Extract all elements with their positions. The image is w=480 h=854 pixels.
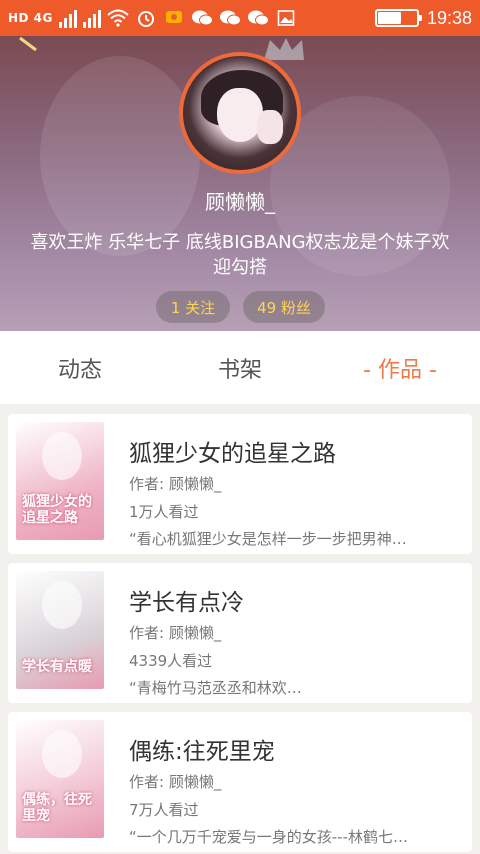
work-author: 作者: 顾懒懒_	[129, 773, 222, 791]
avatar[interactable]	[179, 52, 301, 174]
back-arrow-icon[interactable]	[16, 36, 40, 60]
work-title: 学长有点冷	[129, 590, 244, 616]
wechat-icon	[219, 7, 241, 29]
cover-portrait	[42, 581, 82, 629]
background-blur	[40, 56, 200, 256]
image-icon	[275, 7, 297, 29]
network-type: HD 4G	[8, 11, 53, 25]
tab-bar: 动态 书架 - 作品 -	[0, 331, 480, 404]
fans-count-button[interactable]: 49 粉丝	[243, 291, 325, 323]
work-author: 作者: 顾懒懒_	[129, 624, 222, 642]
tab-bookshelf[interactable]: 书架	[160, 331, 320, 404]
status-bar: HD 4G 19:38	[0, 0, 480, 36]
username: 顾懒懒_	[205, 190, 275, 214]
wechat-icon	[247, 7, 269, 29]
cover-title-text: 狐狸少女的追星之路	[22, 494, 92, 526]
wechat-icon	[191, 7, 213, 29]
book-cover[interactable]: 狐狸少女的追星之路	[16, 422, 104, 540]
work-description: “一个几万千宠爱与一身的女孩---林鹤七…	[129, 828, 409, 846]
crown-icon	[264, 38, 304, 60]
work-views: 7万人看过	[129, 801, 199, 819]
signal-x-icon	[82, 8, 101, 28]
book-cover[interactable]: 学长有点暖	[16, 571, 104, 689]
work-card[interactable]: 狐狸少女的追星之路 狐狸少女的追星之路 作者: 顾懒懒_ 1万人看过 “看心机狐…	[8, 414, 472, 554]
user-bio: 喜欢王炸 乐华七子 底线BIGBANG权志龙是个妹子欢迎勾搭	[30, 232, 450, 278]
work-title: 狐狸少女的追星之路	[129, 441, 336, 467]
work-views: 1万人看过	[129, 503, 199, 521]
cover-title-text: 学长有点暖	[22, 659, 92, 675]
work-description: “看心机狐狸少女是怎样一步一步把男神…	[129, 530, 407, 548]
avatar-hand	[257, 110, 283, 144]
tab-activity[interactable]: 动态	[0, 331, 160, 404]
book-cover[interactable]: 偶练，往死里宠	[16, 720, 104, 838]
work-title: 偶练:往死里宠	[129, 739, 275, 765]
alarm-icon	[135, 7, 157, 29]
profile-header: 顾懒懒_ 喜欢王炸 乐华七子 底线BIGBANG权志龙是个妹子欢迎勾搭 1 关注…	[0, 36, 480, 331]
cover-title-text: 偶练，往死里宠	[22, 792, 92, 824]
work-card[interactable]: 偶练，往死里宠 偶练:往死里宠 作者: 顾懒懒_ 7万人看过 “一个几万千宠爱与…	[8, 712, 472, 852]
avatar-face	[217, 88, 263, 142]
notification-icon	[163, 7, 185, 29]
signal-icon	[58, 8, 77, 28]
work-description: “青梅竹马范丞丞和林欢…	[129, 679, 302, 697]
battery-icon	[374, 9, 422, 27]
work-author: 作者: 顾懒懒_	[129, 475, 222, 493]
work-card[interactable]: 学长有点暖 学长有点冷 作者: 顾懒懒_ 4339人看过 “青梅竹马范丞丞和林欢…	[8, 563, 472, 703]
clock: 19:38	[426, 7, 472, 28]
work-views: 4339人看过	[129, 652, 213, 670]
tab-works[interactable]: - 作品 -	[320, 331, 480, 404]
cover-portrait	[42, 730, 82, 778]
works-list: 狐狸少女的追星之路 狐狸少女的追星之路 作者: 顾懒懒_ 1万人看过 “看心机狐…	[0, 404, 480, 854]
following-count-button[interactable]: 1 关注	[156, 291, 230, 323]
cover-portrait	[42, 432, 82, 480]
wifi-icon	[107, 7, 129, 29]
